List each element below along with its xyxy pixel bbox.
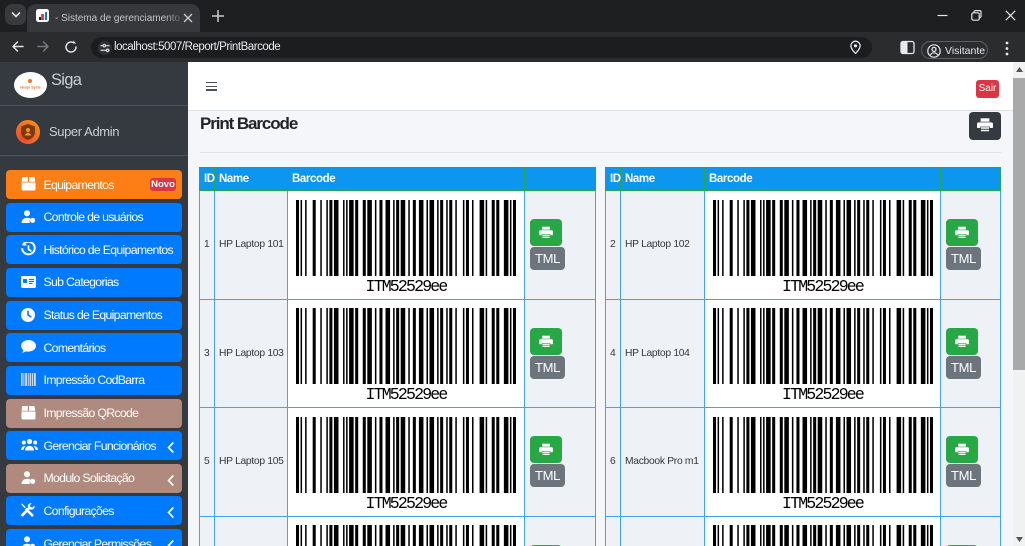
svg-text:Hospi Syste: Hospi Syste <box>20 86 41 90</box>
